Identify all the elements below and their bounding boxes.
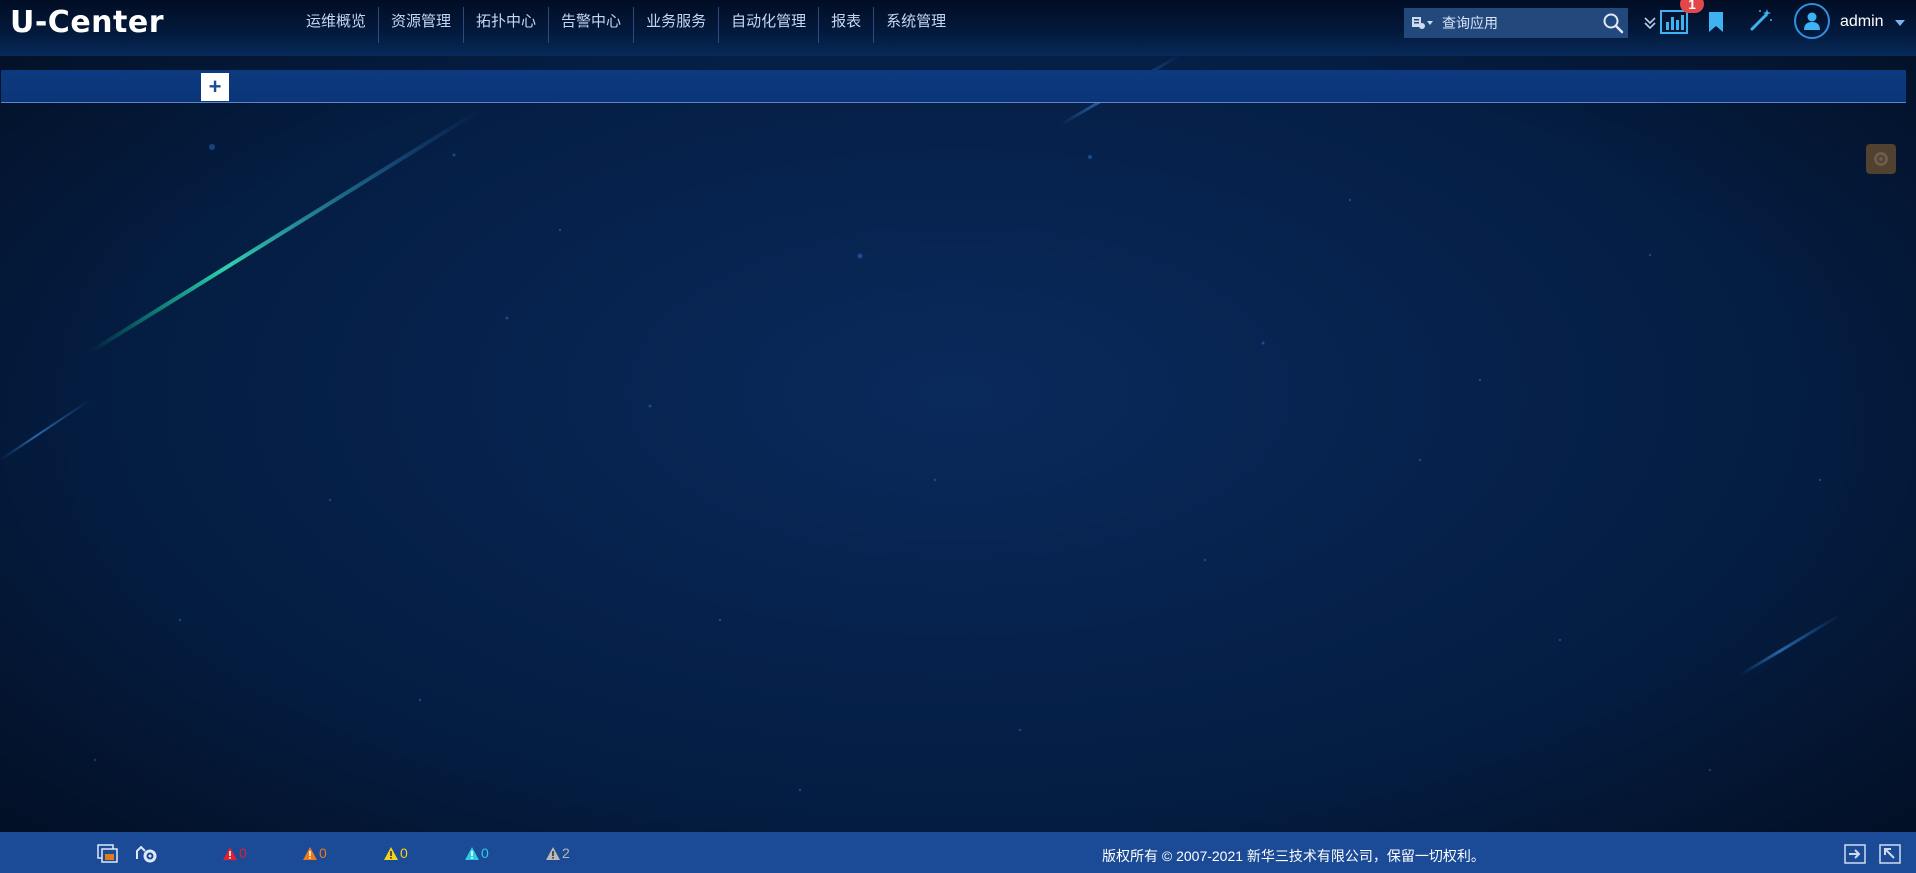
nav-item-automation[interactable]: 自动化管理	[719, 7, 820, 43]
expand-toolbar-button[interactable]	[1643, 13, 1657, 33]
workspace-tab-bar	[1, 70, 1906, 103]
bar-chart-icon	[1660, 10, 1688, 34]
search-button[interactable]	[1598, 8, 1628, 38]
top-header: U-Center 运维概览 资源管理 拓扑中心 告警中心 业务服务 自动化管理 …	[0, 0, 1916, 56]
copyright-text: 版权所有 © 2007-2021 新华三技术有限公司，保留一切权利。	[1102, 848, 1485, 864]
exit-icon	[1844, 844, 1866, 864]
collapse-panel-button[interactable]	[1879, 843, 1901, 865]
user-avatar[interactable]	[1794, 3, 1830, 39]
notification-badge[interactable]: 1	[1680, 0, 1704, 13]
logout-button[interactable]	[1844, 843, 1866, 865]
app-logo[interactable]: U-Center	[10, 5, 164, 40]
user-menu-caret-icon[interactable]	[1895, 20, 1905, 26]
main-nav: 运维概览 资源管理 拓扑中心 告警中心 业务服务 自动化管理 报表 系统管理	[294, 7, 958, 43]
window-switch-button[interactable]	[97, 843, 119, 865]
magic-wand-icon	[1750, 9, 1772, 31]
windows-icon	[97, 844, 118, 863]
username-label[interactable]: admin	[1840, 13, 1884, 31]
search-input[interactable]: 查询应用	[1442, 13, 1598, 33]
nav-item-reports[interactable]: 报表	[819, 7, 875, 43]
warning-triangle-icon	[384, 846, 398, 860]
alarm-major-counter[interactable]: 0	[302, 845, 327, 861]
warning-triangle-icon	[303, 846, 317, 860]
alarm-unknown-counter[interactable]: 2	[545, 845, 570, 861]
double-chevron-down-icon	[1644, 17, 1656, 30]
magic-wand-button[interactable]	[1749, 8, 1773, 32]
nav-item-overview[interactable]: 运维概览	[294, 7, 380, 43]
user-icon	[1804, 12, 1820, 30]
add-tab-button[interactable]: +	[201, 73, 229, 101]
bookmark-icon	[1709, 12, 1723, 32]
alarm-critical-counter[interactable]: 0	[222, 845, 247, 861]
alarm-warning-count: 0	[481, 845, 489, 861]
gear-icon	[1874, 152, 1888, 166]
alarm-warning-counter[interactable]: 0	[464, 845, 489, 861]
alarm-minor-count: 0	[400, 845, 408, 861]
collapse-corner-icon	[1879, 844, 1901, 864]
warning-triangle-icon	[465, 846, 479, 860]
app-search-box[interactable]: 查询应用	[1404, 8, 1628, 38]
device-settings-button[interactable]	[135, 843, 159, 865]
page-settings-button[interactable]	[1866, 144, 1896, 174]
warning-triangle-icon	[223, 846, 237, 860]
search-icon	[1603, 13, 1624, 34]
app-window: U-Center 运维概览 资源管理 拓扑中心 告警中心 业务服务 自动化管理 …	[0, 0, 1916, 873]
status-footer	[0, 832, 1916, 873]
nav-item-alarms[interactable]: 告警中心	[549, 7, 635, 43]
nav-item-topology[interactable]: 拓扑中心	[464, 7, 550, 43]
alarm-unknown-count: 2	[562, 845, 570, 861]
alarm-major-count: 0	[319, 845, 327, 861]
app-filter-icon	[1412, 17, 1433, 29]
nav-item-business-services[interactable]: 业务服务	[634, 7, 720, 43]
nav-item-resources[interactable]: 资源管理	[379, 7, 465, 43]
dashboard-chart-button[interactable]	[1660, 9, 1688, 35]
alarm-critical-count: 0	[239, 845, 247, 861]
alarm-minor-counter[interactable]: 0	[383, 845, 408, 861]
warning-triangle-icon	[546, 846, 560, 860]
starfield-background	[0, 0, 1916, 873]
nav-item-system[interactable]: 系统管理	[874, 7, 958, 43]
bookmark-button[interactable]	[1706, 10, 1726, 34]
search-scope-dropdown[interactable]	[1404, 16, 1442, 30]
device-gear-icon	[136, 845, 157, 863]
